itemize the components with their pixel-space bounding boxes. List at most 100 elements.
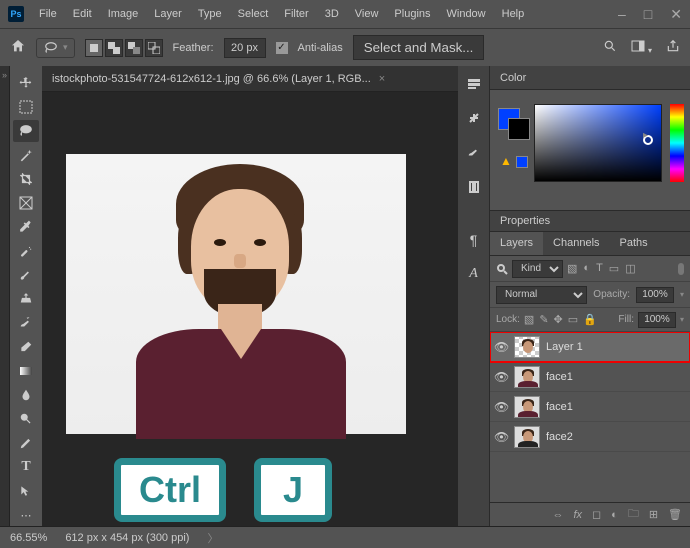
- layer-mask-icon[interactable]: ◻: [592, 508, 601, 521]
- menu-filter[interactable]: Filter: [277, 5, 315, 23]
- lock-artboard-icon[interactable]: ▭: [568, 313, 578, 326]
- antialias-checkbox[interactable]: ✓: [276, 42, 288, 54]
- eyedropper-tool-icon[interactable]: [13, 216, 39, 238]
- lock-transparency-icon[interactable]: ▧: [524, 313, 534, 326]
- filter-pixel-icon[interactable]: ▧: [567, 262, 577, 275]
- layer-row[interactable]: 👁 Layer 1: [490, 332, 690, 362]
- menu-3d[interactable]: 3D: [318, 5, 346, 23]
- layer-thumbnail[interactable]: [514, 396, 540, 418]
- zoom-level[interactable]: 66.55%: [10, 532, 47, 544]
- document-dimensions[interactable]: 612 px x 454 px (300 ppi): [65, 532, 189, 544]
- lock-position-icon[interactable]: ✥: [554, 313, 563, 326]
- pen-tool-icon[interactable]: [13, 432, 39, 454]
- canvas-viewport[interactable]: Ctrl J: [42, 92, 458, 526]
- adjustments-panel-icon[interactable]: [464, 108, 484, 128]
- menu-edit[interactable]: Edit: [66, 5, 99, 23]
- feather-input[interactable]: [224, 38, 266, 58]
- history-brush-tool-icon[interactable]: [13, 312, 39, 334]
- status-chevron-icon[interactable]: 〉: [207, 530, 218, 546]
- layer-row[interactable]: 👁 face1: [490, 392, 690, 422]
- dodge-tool-icon[interactable]: [13, 408, 39, 430]
- link-layers-icon[interactable]: ⇔: [552, 509, 563, 521]
- menu-plugins[interactable]: Plugins: [387, 5, 437, 23]
- more-tools-icon[interactable]: ⋯: [13, 504, 39, 526]
- menu-help[interactable]: Help: [495, 5, 532, 23]
- hue-slider[interactable]: [670, 104, 684, 182]
- delete-layer-icon[interactable]: 🗑: [668, 508, 682, 521]
- path-selection-tool-icon[interactable]: [13, 480, 39, 502]
- menu-type[interactable]: Type: [191, 5, 229, 23]
- opacity-input[interactable]: [636, 287, 674, 303]
- tab-channels[interactable]: Channels: [543, 232, 609, 255]
- menu-window[interactable]: Window: [440, 5, 493, 23]
- tab-layers[interactable]: Layers: [490, 232, 543, 255]
- layer-name-label[interactable]: Layer 1: [546, 341, 583, 353]
- blend-mode-select[interactable]: Normal: [496, 286, 587, 304]
- filter-shape-icon[interactable]: ▭: [609, 262, 619, 275]
- new-layer-icon[interactable]: ⊞: [649, 508, 658, 521]
- visibility-toggle-icon[interactable]: 👁: [494, 430, 508, 444]
- document-tab-close-icon[interactable]: ×: [379, 73, 385, 85]
- workspace-icon[interactable]: ▾: [631, 39, 652, 56]
- type-tool-icon[interactable]: T: [13, 456, 39, 478]
- collapsed-panel-strip[interactable]: »: [0, 66, 10, 526]
- layer-name-label[interactable]: face1: [546, 401, 573, 413]
- eraser-tool-icon[interactable]: [13, 336, 39, 358]
- gamut-warning-icon[interactable]: ▲: [500, 154, 512, 168]
- marquee-tool-icon[interactable]: [13, 96, 39, 118]
- chevron-down-icon[interactable]: ▾: [680, 290, 684, 299]
- selection-subtract-icon[interactable]: [125, 39, 143, 57]
- select-and-mask-button[interactable]: Select and Mask...: [353, 35, 485, 60]
- selection-intersect-icon[interactable]: [145, 39, 163, 57]
- menu-layer[interactable]: Layer: [147, 5, 189, 23]
- layer-row[interactable]: 👁 face1: [490, 362, 690, 392]
- frame-tool-icon[interactable]: [13, 192, 39, 214]
- lasso-tool-icon[interactable]: [13, 120, 39, 142]
- group-icon[interactable]: 🗀: [628, 505, 639, 524]
- color-field[interactable]: [534, 104, 662, 182]
- layer-thumbnail[interactable]: [514, 336, 540, 358]
- lock-all-icon[interactable]: 🔒: [583, 313, 597, 326]
- gradient-tool-icon[interactable]: [13, 360, 39, 382]
- maximize-button[interactable]: □: [644, 6, 652, 23]
- visibility-toggle-icon[interactable]: 👁: [494, 370, 508, 384]
- layer-style-icon[interactable]: fx: [573, 509, 582, 521]
- filter-toggle[interactable]: [678, 263, 684, 275]
- libraries-panel-icon[interactable]: [464, 176, 484, 196]
- document-tab[interactable]: istockphoto-531547724-612x612-1.jpg @ 66…: [42, 66, 458, 92]
- visibility-toggle-icon[interactable]: 👁: [494, 340, 508, 354]
- layer-kind-select[interactable]: Kind: [512, 260, 563, 278]
- fill-input[interactable]: [638, 312, 676, 328]
- selection-add-icon[interactable]: [105, 39, 123, 57]
- healing-brush-tool-icon[interactable]: [13, 240, 39, 262]
- home-icon[interactable]: [10, 38, 26, 57]
- lock-paint-icon[interactable]: ✎: [539, 313, 548, 326]
- filter-adjust-icon[interactable]: ◐: [583, 262, 590, 275]
- minimize-button[interactable]: –: [618, 6, 626, 23]
- paragraph-panel-icon[interactable]: ¶: [464, 230, 484, 250]
- layer-name-label[interactable]: face2: [546, 431, 573, 443]
- properties-panel-tab[interactable]: Properties: [490, 210, 690, 232]
- move-tool-icon[interactable]: [13, 72, 39, 94]
- brushes-panel-icon[interactable]: [464, 142, 484, 162]
- filter-type-icon[interactable]: T: [596, 262, 603, 275]
- closest-color-swatch[interactable]: [516, 156, 528, 168]
- crop-tool-icon[interactable]: [13, 168, 39, 190]
- selection-new-icon[interactable]: [85, 39, 103, 57]
- share-icon[interactable]: [666, 39, 680, 56]
- adjustment-layer-icon[interactable]: ◐: [611, 509, 618, 521]
- history-panel-icon[interactable]: [464, 74, 484, 94]
- background-color-swatch[interactable]: [508, 118, 530, 140]
- menu-image[interactable]: Image: [101, 5, 146, 23]
- search-icon[interactable]: [603, 39, 617, 56]
- visibility-toggle-icon[interactable]: 👁: [494, 400, 508, 414]
- layer-name-label[interactable]: face1: [546, 371, 573, 383]
- menu-select[interactable]: Select: [231, 5, 276, 23]
- character-panel-icon[interactable]: A: [464, 264, 484, 284]
- blur-tool-icon[interactable]: [13, 384, 39, 406]
- layer-row[interactable]: 👁 face2: [490, 422, 690, 452]
- clone-stamp-tool-icon[interactable]: [13, 288, 39, 310]
- filter-smart-icon[interactable]: ◫: [625, 262, 635, 275]
- layer-thumbnail[interactable]: [514, 366, 540, 388]
- menu-file[interactable]: File: [32, 5, 64, 23]
